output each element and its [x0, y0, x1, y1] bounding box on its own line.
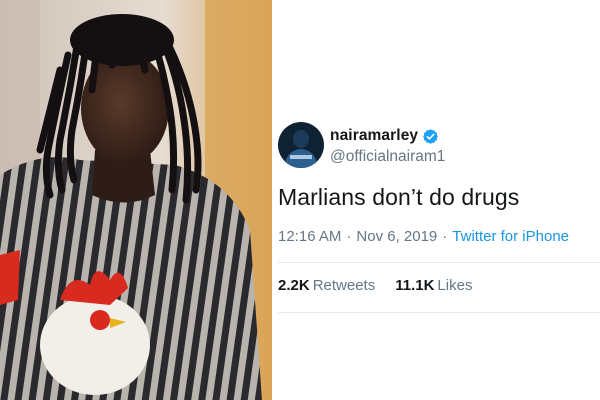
retweets-count: 2.2K: [278, 277, 310, 294]
divider: [278, 312, 600, 313]
tweet-stats: 2.2K Retweets 11.1K Likes: [278, 277, 492, 294]
display-name[interactable]: nairamarley: [330, 127, 418, 145]
divider: [278, 262, 600, 263]
tweet-date[interactable]: Nov 6, 2019: [356, 228, 437, 245]
tweet-text: Marlians don’t do drugs: [278, 184, 520, 210]
likes-count: 11.1K: [395, 277, 435, 294]
meta-separator: ·: [346, 228, 352, 245]
tweet-metadata: 12:16 AM · Nov 6, 2019 · Twitter for iPh…: [278, 228, 569, 245]
verified-badge-icon: [422, 128, 439, 145]
avatar[interactable]: [278, 122, 324, 168]
user-handle[interactable]: @officialnairam1: [330, 148, 445, 166]
likes-label: Likes: [437, 277, 473, 294]
tweet-card: nairamarley @officialnairam1 Marlians do…: [272, 0, 600, 400]
likes-stat[interactable]: 11.1K Likes: [395, 277, 472, 294]
tweet-author-photo: [0, 0, 272, 400]
tweet-source-link[interactable]: Twitter for iPhone: [452, 228, 569, 245]
tweet-time[interactable]: 12:16 AM: [278, 228, 341, 245]
meta-separator: ·: [442, 228, 448, 245]
retweets-label: Retweets: [312, 277, 376, 294]
retweets-stat[interactable]: 2.2K Retweets: [278, 277, 375, 294]
